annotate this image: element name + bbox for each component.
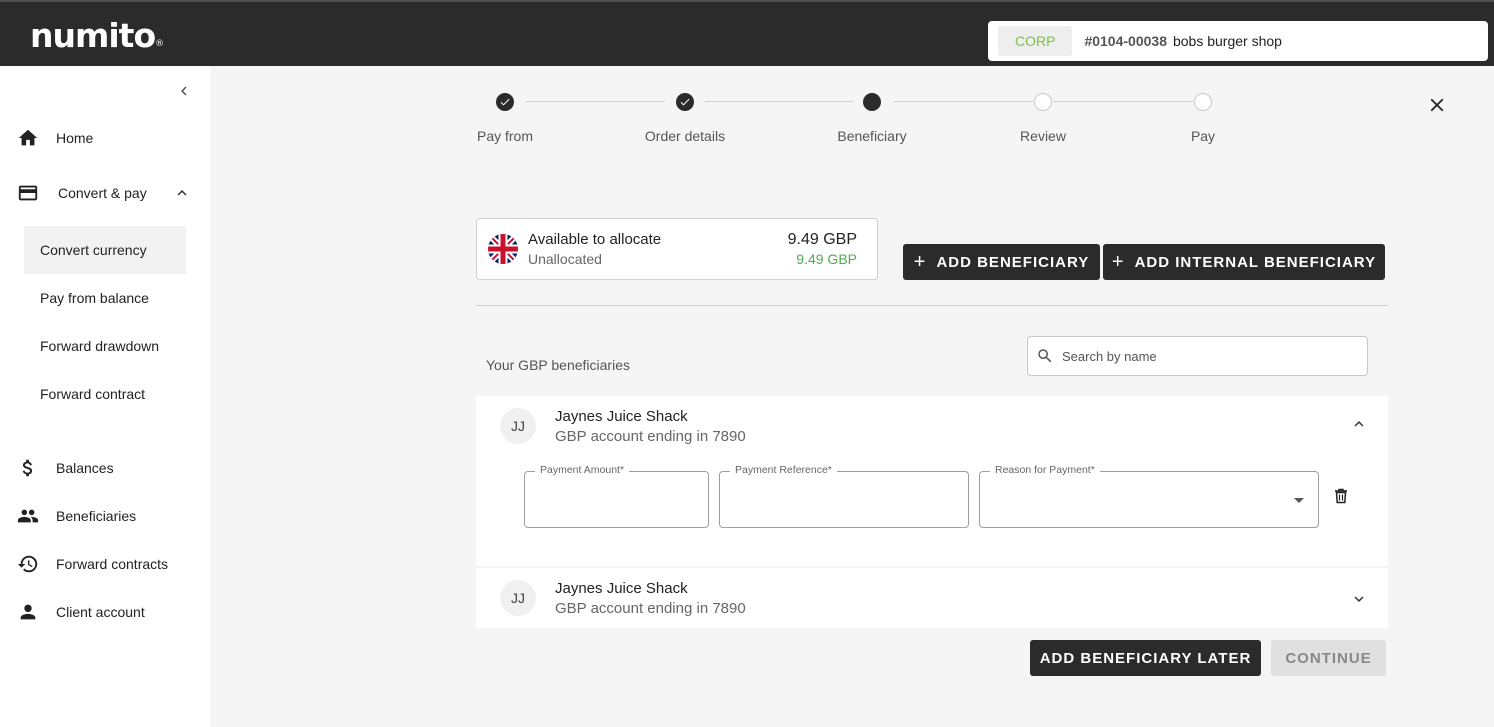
sidebar-subitem-label: Pay from balance [40, 290, 149, 306]
payment-amount-field[interactable]: Payment Amount* [524, 464, 709, 528]
logo-registered-mark: ® [155, 39, 165, 49]
logo-text: numito [30, 16, 156, 55]
step-label-pay-from: Pay from [476, 128, 533, 144]
sidebar-item-label: Beneficiaries [56, 508, 137, 524]
beneficiary-name: Jaynes Juice Shack [555, 580, 688, 597]
plus-icon: + [1111, 251, 1125, 273]
beneficiary-name: Jaynes Juice Shack [555, 408, 688, 425]
collapse-sidebar-icon[interactable] [175, 82, 193, 100]
sidebar-item-forward-contracts[interactable]: Forward contracts [0, 544, 210, 584]
search-icon [1038, 349, 1052, 363]
sidebar-subitem-label: Forward drawdown [40, 338, 160, 354]
continue-button[interactable]: CONTINUE [1271, 640, 1386, 676]
account-name: bobs burger shop [1172, 33, 1282, 49]
add-internal-beneficiary-label: ADD INTERNAL BENEFICIARY [1134, 253, 1377, 271]
allocation-summary-card: Available to allocate Unallocated 9.49 G… [476, 218, 878, 280]
sidebar-item-client-account[interactable]: Client account [0, 592, 210, 632]
chevron-down-icon[interactable] [1350, 590, 1368, 608]
chevron-up-icon[interactable] [173, 184, 191, 202]
sidebar-item-home[interactable]: Home [0, 118, 210, 158]
top-bar: numito® CORP #0104-00038 bobs burger sho… [0, 0, 1494, 66]
sidebar: Home Convert & pay Convert currency Pay … [0, 66, 210, 727]
beneficiary-account: GBP account ending in 7890 [555, 428, 746, 445]
sidebar-item-label: Balances [56, 460, 114, 476]
payment-reference-field[interactable]: Payment Reference* [719, 464, 969, 528]
stepper-connector [1053, 101, 1193, 102]
home-icon [0, 127, 56, 149]
add-beneficiary-button[interactable]: + ADD BENEFICIARY [903, 244, 1100, 280]
sidebar-item-label: Forward contracts [56, 556, 169, 572]
logo[interactable]: numito® [30, 16, 164, 55]
sidebar-subitem-convert-currency[interactable]: Convert currency [24, 226, 186, 274]
chevron-up-icon[interactable] [1350, 415, 1368, 433]
account-number: #0104-00038 [1084, 33, 1167, 49]
payment-reference-label: Payment Reference* [730, 464, 837, 476]
sidebar-subitem-label: Convert currency [40, 242, 147, 258]
payment-amount-label: Payment Amount* [535, 464, 630, 476]
step-label-pay: Pay [1190, 128, 1216, 144]
avatar: JJ [500, 408, 536, 444]
sidebar-subitem-forward-contract[interactable]: Forward contract [24, 370, 186, 418]
add-internal-beneficiary-button[interactable]: + ADD INTERNAL BENEFICIARY [1103, 244, 1385, 280]
allocate-title: Available to allocate [528, 231, 662, 248]
sidebar-item-label: Home [56, 130, 94, 146]
avatar: JJ [500, 580, 536, 616]
plus-icon: + [913, 251, 927, 273]
close-icon[interactable] [1426, 94, 1448, 116]
dollar-icon [0, 457, 56, 479]
add-beneficiary-later-button[interactable]: ADD BENEFICIARY LATER [1030, 640, 1261, 676]
sidebar-item-beneficiaries[interactable]: Beneficiaries [0, 496, 210, 536]
step-check-icon [676, 93, 694, 111]
allocate-subtitle: Unallocated [528, 251, 602, 267]
step-current-dot [863, 93, 881, 111]
stepper-connector [525, 101, 665, 102]
step-label-review: Review [1020, 128, 1066, 144]
payment-reference-input[interactable] [730, 487, 958, 513]
uk-flag-icon [488, 234, 518, 264]
divider [476, 305, 1388, 306]
sidebar-subitem-pay-from-balance[interactable]: Pay from balance [24, 274, 186, 322]
dropdown-caret-icon [1294, 498, 1304, 503]
beneficiary-row-expanded: JJ Jaynes Juice Shack GBP account ending… [476, 396, 1388, 566]
unallocated-amount: 9.49 GBP [796, 251, 857, 267]
step-label-order-details: Order details [644, 128, 726, 144]
people-icon [0, 505, 56, 527]
sidebar-subitem-forward-drawdown[interactable]: Forward drawdown [24, 322, 186, 370]
person-icon [0, 601, 56, 623]
reason-for-payment-select[interactable]: Reason for Payment* [979, 464, 1319, 528]
available-amount: 9.49 GBP [787, 231, 857, 248]
history-icon [0, 553, 56, 575]
wallet-icon [0, 182, 56, 204]
step-check-icon [496, 93, 514, 111]
step-label-beneficiary: Beneficiary [837, 128, 907, 144]
stepper-connector [893, 101, 1033, 102]
add-beneficiary-label: ADD BENEFICIARY [936, 253, 1090, 271]
sidebar-item-label: Convert & pay [58, 185, 147, 201]
beneficiaries-heading: Your GBP beneficiaries [486, 357, 630, 373]
sidebar-subitem-label: Forward contract [40, 386, 146, 402]
payment-amount-input[interactable] [535, 487, 698, 513]
search-input[interactable] [1062, 337, 1362, 375]
sidebar-item-balances[interactable]: Balances [0, 448, 210, 488]
step-todo-dot [1034, 93, 1052, 111]
trash-icon[interactable] [1334, 488, 1348, 504]
reason-for-payment-label: Reason for Payment* [990, 464, 1100, 476]
sidebar-item-label: Client account [56, 604, 145, 620]
beneficiary-account: GBP account ending in 7890 [555, 600, 746, 617]
stepper-connector [705, 101, 853, 102]
main-content: Pay from Order details Beneficiary Revie… [210, 66, 1494, 727]
corp-badge: CORP [998, 26, 1073, 56]
account-selector[interactable]: CORP #0104-00038 bobs burger shop [988, 21, 1488, 61]
step-todo-dot [1194, 93, 1212, 111]
beneficiary-search[interactable] [1027, 336, 1368, 376]
beneficiary-row-collapsed[interactable]: JJ Jaynes Juice Shack GBP account ending… [476, 568, 1388, 628]
